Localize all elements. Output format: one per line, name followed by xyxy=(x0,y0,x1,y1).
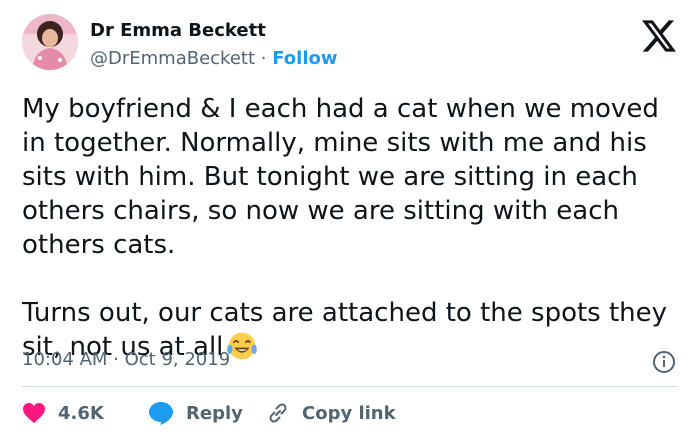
info-icon[interactable] xyxy=(652,350,676,374)
action-bar: 4.6K Reply Copy link xyxy=(22,398,396,428)
reply-button[interactable]: Reply xyxy=(148,401,266,425)
tweet-timestamp[interactable]: 10:04 AM · Oct 9, 2019 xyxy=(22,348,230,372)
link-icon xyxy=(269,403,287,423)
separator-dot: · xyxy=(260,48,267,69)
author-handle-row: @DrEmmaBeckett · Follow xyxy=(90,48,338,70)
like-button[interactable]: 4.6K xyxy=(22,402,148,424)
reply-bubble-icon xyxy=(149,402,173,425)
x-logo-icon[interactable] xyxy=(642,20,676,52)
heart-icon xyxy=(23,403,45,423)
avatar[interactable] xyxy=(22,14,78,70)
tweet-text: My boyfriend & I each had a cat when we … xyxy=(22,92,682,364)
copy-link-label: Copy link xyxy=(302,402,396,424)
tweet-paragraph-1: My boyfriend & I each had a cat when we … xyxy=(22,94,659,260)
copy-link-button[interactable]: Copy link xyxy=(266,401,396,425)
like-count: 4.6K xyxy=(58,402,104,424)
reply-label: Reply xyxy=(186,402,243,424)
follow-button[interactable]: Follow xyxy=(272,48,337,69)
tears-of-joy-emoji-icon xyxy=(227,332,258,360)
author-handle[interactable]: @DrEmmaBeckett xyxy=(90,48,255,69)
author-name[interactable]: Dr Emma Beckett xyxy=(90,20,266,42)
divider xyxy=(22,386,678,387)
tweet-card: Dr Emma Beckett @DrEmmaBeckett · Follow … xyxy=(0,0,700,440)
